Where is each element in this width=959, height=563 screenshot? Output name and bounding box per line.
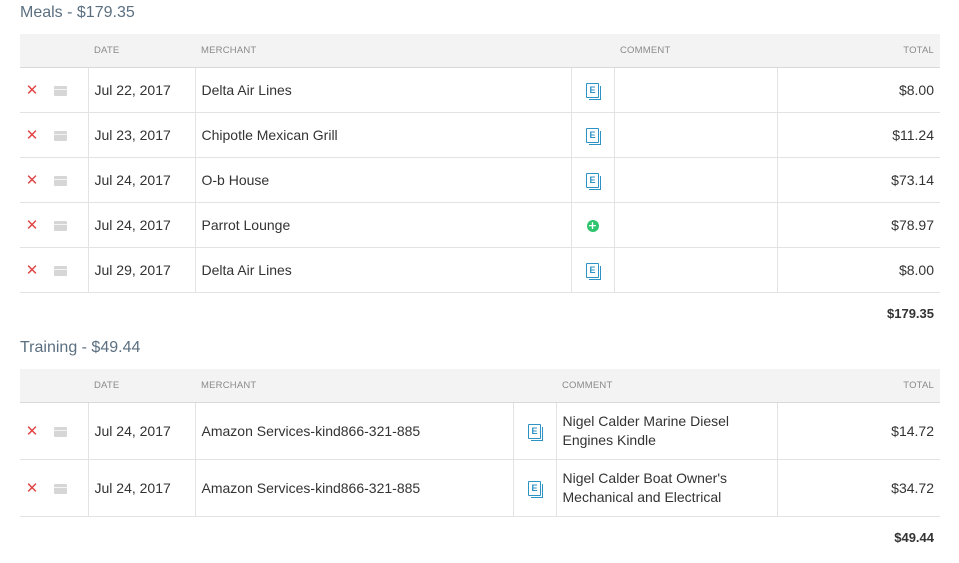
receipt-icon[interactable]: E bbox=[586, 82, 601, 100]
delete-icon[interactable]: ✕ bbox=[26, 262, 39, 278]
expense-date: Jul 24, 2017 bbox=[87, 459, 195, 517]
delete-icon[interactable]: ✕ bbox=[26, 172, 39, 188]
delete-icon[interactable]: ✕ bbox=[26, 127, 39, 143]
column-header-total[interactable]: TOTAL bbox=[777, 369, 940, 403]
card-icon[interactable] bbox=[54, 483, 67, 494]
expense-row[interactable]: ✕ Jul 23, 2017 Chipotle Mexican Grill E … bbox=[20, 112, 940, 158]
section-subtotal-training: $49.44 bbox=[894, 530, 934, 545]
expense-date: Jul 24, 2017 bbox=[87, 202, 195, 248]
expense-total: $8.00 bbox=[776, 247, 940, 293]
expense-date: Jul 22, 2017 bbox=[87, 67, 195, 113]
column-header-date[interactable]: DATE bbox=[88, 369, 195, 403]
expense-row[interactable]: ✕ Jul 24, 2017 Parrot Lounge + $78.97 bbox=[20, 202, 940, 248]
expense-merchant: Delta Air Lines bbox=[194, 247, 571, 293]
expense-total: $73.14 bbox=[776, 157, 940, 203]
card-icon[interactable] bbox=[54, 130, 67, 141]
table-header: DATE MERCHANT COMMENT TOTAL bbox=[20, 34, 940, 68]
column-header-total[interactable]: TOTAL bbox=[777, 34, 940, 68]
expense-total: $34.72 bbox=[776, 459, 940, 517]
delete-icon[interactable]: ✕ bbox=[26, 217, 39, 233]
expense-merchant: Delta Air Lines bbox=[194, 67, 571, 113]
expense-merchant: Chipotle Mexican Grill bbox=[194, 112, 571, 158]
expense-date: Jul 24, 2017 bbox=[87, 157, 195, 203]
table-header: DATE MERCHANT COMMENT TOTAL bbox=[20, 369, 940, 403]
expense-row[interactable]: ✕ Jul 29, 2017 Delta Air Lines E $8.00 bbox=[20, 247, 940, 293]
card-icon[interactable] bbox=[54, 220, 67, 231]
expense-total: $11.24 bbox=[776, 112, 940, 158]
add-receipt-icon[interactable]: + bbox=[586, 219, 599, 232]
receipt-icon[interactable]: E bbox=[586, 262, 601, 280]
column-header-comment[interactable]: COMMENT bbox=[614, 34, 777, 68]
expense-date: Jul 23, 2017 bbox=[87, 112, 195, 158]
card-icon[interactable] bbox=[54, 85, 67, 96]
expense-total: $78.97 bbox=[776, 202, 940, 248]
expense-merchant: Amazon Services-kind866-321-885 bbox=[194, 402, 513, 460]
expense-merchant: Parrot Lounge bbox=[194, 202, 571, 248]
column-header-merchant[interactable]: MERCHANT bbox=[195, 369, 513, 403]
expense-comment[interactable] bbox=[614, 157, 777, 203]
expense-comment[interactable]: Nigel Calder Marine Diesel Engines Kindl… bbox=[556, 402, 777, 460]
expense-row[interactable]: ✕ Jul 22, 2017 Delta Air Lines E $8.00 bbox=[20, 67, 940, 113]
expense-table-training: DATE MERCHANT COMMENT TOTAL ✕ Jul 24, 20… bbox=[20, 369, 940, 517]
expense-row[interactable]: ✕ Jul 24, 2017 Amazon Services-kind866-3… bbox=[20, 459, 940, 517]
column-header-date[interactable]: DATE bbox=[88, 34, 195, 68]
column-header-comment[interactable]: COMMENT bbox=[556, 369, 777, 403]
column-header-merchant[interactable]: MERCHANT bbox=[195, 34, 571, 68]
receipt-icon[interactable]: E bbox=[528, 423, 543, 441]
expense-date: Jul 29, 2017 bbox=[87, 247, 195, 293]
expense-comment[interactable] bbox=[614, 247, 777, 293]
delete-icon[interactable]: ✕ bbox=[26, 423, 39, 439]
expense-comment[interactable] bbox=[614, 112, 777, 158]
card-icon[interactable] bbox=[54, 265, 67, 276]
expense-merchant: O-b House bbox=[194, 157, 571, 203]
delete-icon[interactable]: ✕ bbox=[26, 480, 39, 496]
expense-total: $14.72 bbox=[776, 402, 940, 460]
expense-comment[interactable]: Nigel Calder Boat Owner's Mechanical and… bbox=[556, 459, 777, 517]
card-icon[interactable] bbox=[54, 175, 67, 186]
expense-comment[interactable] bbox=[614, 202, 777, 248]
expense-table-meals: DATE MERCHANT COMMENT TOTAL ✕ Jul 22, 20… bbox=[20, 34, 940, 293]
expense-total: $8.00 bbox=[776, 67, 940, 113]
receipt-icon[interactable]: E bbox=[528, 480, 543, 498]
section-title-meals: Meals - $179.35 bbox=[20, 4, 135, 21]
card-icon[interactable] bbox=[54, 426, 67, 437]
delete-icon[interactable]: ✕ bbox=[26, 82, 39, 98]
expense-row[interactable]: ✕ Jul 24, 2017 O-b House E $73.14 bbox=[20, 157, 940, 203]
receipt-icon[interactable]: E bbox=[586, 172, 601, 190]
section-title-training: Training - $49.44 bbox=[20, 339, 141, 356]
expense-comment[interactable] bbox=[614, 67, 777, 113]
receipt-icon[interactable]: E bbox=[586, 127, 601, 145]
expense-row[interactable]: ✕ Jul 24, 2017 Amazon Services-kind866-3… bbox=[20, 402, 940, 460]
expense-merchant: Amazon Services-kind866-321-885 bbox=[194, 459, 513, 517]
section-subtotal-meals: $179.35 bbox=[887, 306, 934, 321]
expense-date: Jul 24, 2017 bbox=[87, 402, 195, 460]
